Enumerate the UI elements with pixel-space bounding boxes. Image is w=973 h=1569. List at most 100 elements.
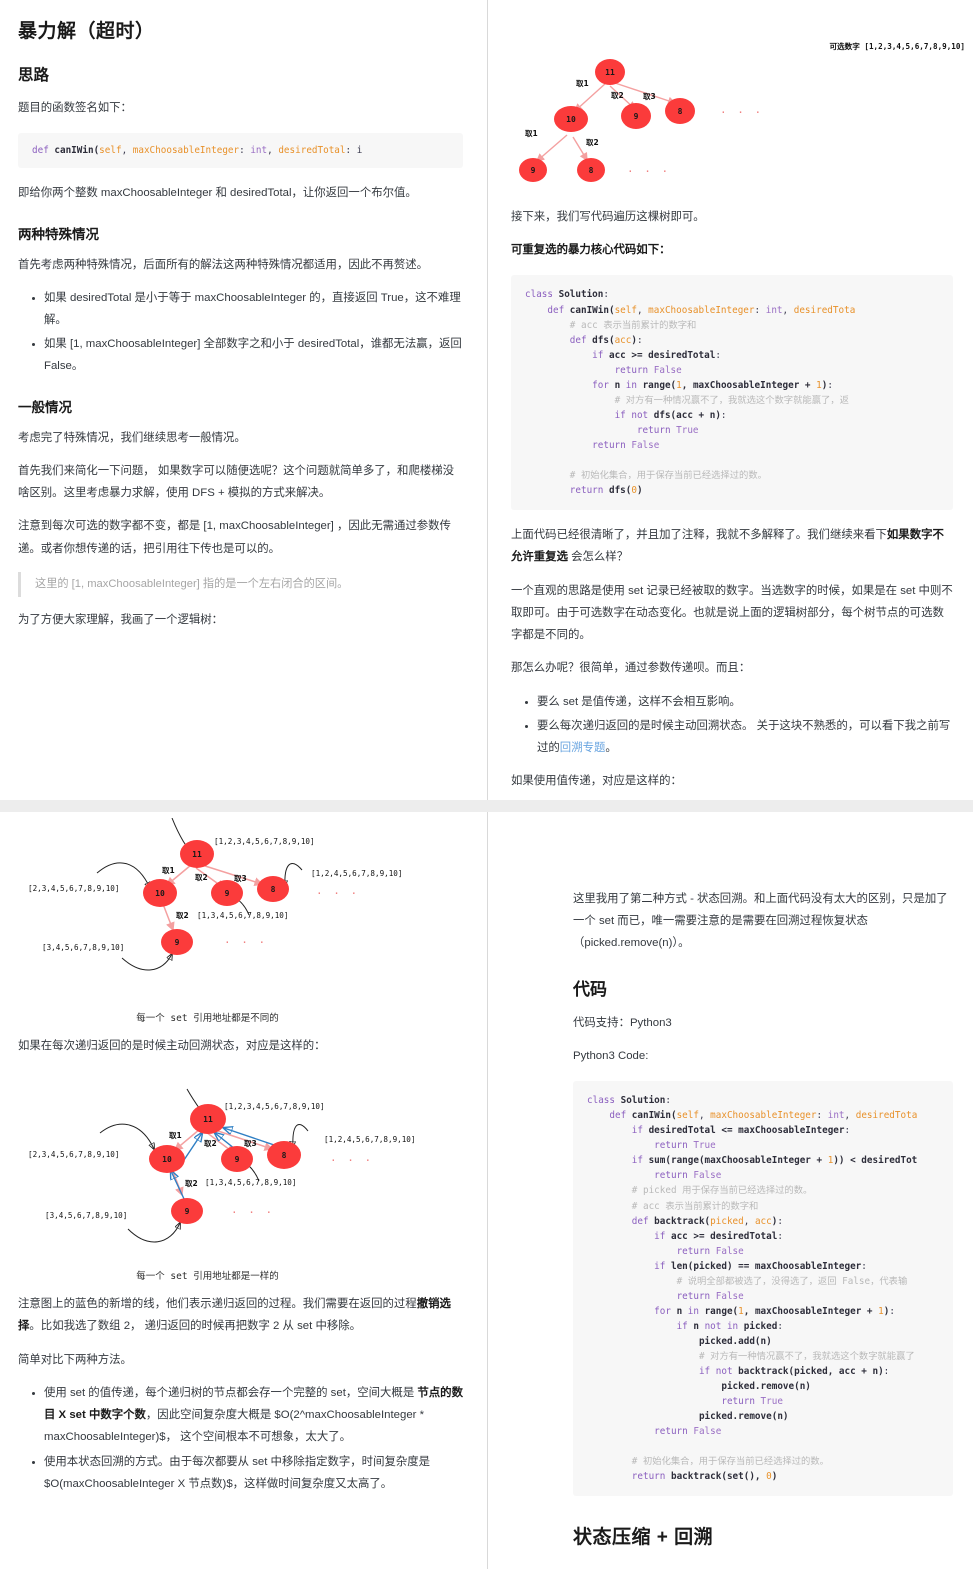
tree-node-mid: 9 xyxy=(225,889,230,898)
text-run: 这里我用了第二种方式 - 状态回溯。和上面代码没有太大的区别，只是加了一个 se… xyxy=(573,893,948,928)
section-heading-state-compression: 状态压缩 + 回溯 xyxy=(573,1527,714,1549)
figure-caption-same-refs: 每一个 set 引用地址都是一样的 xyxy=(136,1271,279,1283)
edge-label-take3: 取3 xyxy=(244,1139,257,1148)
tree-node-left: 10 xyxy=(162,1155,172,1164)
list-item: 要么每次递归返回的是时候主动回溯状态。 关于这块不熟悉的，可以看下我之前写过的回… xyxy=(537,715,953,759)
list-special-cases: 如果 desiredTotal 是小于等于 maxChoosableIntege… xyxy=(18,287,463,378)
figure-ellipsis-1: · · · xyxy=(720,106,763,119)
tree-node-mid: 9 xyxy=(235,1155,240,1164)
edge-label-take2-a: 取2 xyxy=(611,91,624,100)
code-block-signature: def canIWin(self, maxChoosableInteger: i… xyxy=(18,133,463,169)
set-value-pass-svg: 11 10 9 8 9 [1,2,3,4,5,6,7,8,9,10] [2,3,… xyxy=(28,818,402,971)
paragraph-set-idea: 一个直观的思路是使用 set 记录已经被取的数字。当选数字的时候，如果是在 se… xyxy=(511,584,953,642)
link-backtracking-topic[interactable]: 回溯专题 xyxy=(560,742,606,754)
set-label-mid: [1,3,4,5,6,7,8,9,10] xyxy=(197,911,288,920)
set-label-root: [1,2,3,4,5,6,7,8,9,10] xyxy=(224,1102,325,1111)
blockquote-interval-note: 这里的 [1, maxChoosableInteger] 指的是一个左右闭合的区… xyxy=(18,571,463,598)
logic-tree-svg: 可选数字 [1,2,3,4,5,6,7,8,9,10] 11 10 9 8 9 xyxy=(519,41,965,182)
figure-ellipsis-2: · · · xyxy=(224,936,267,949)
paragraph-blue-lines: 注意图上的蓝色的新增的线，他们表示递归返回的过程。我们需要在返回的过程撤销选择。… xyxy=(18,1293,463,1337)
paragraph-logic-tree-intro: 为了方便大家理解，我画了一个逻辑树： xyxy=(18,614,224,627)
paragraph-value-pass: 如果使用值传递，对应是这样的： xyxy=(511,775,682,788)
figure-ellipsis-2: · · · xyxy=(627,165,670,178)
edge-label-take3: 取3 xyxy=(234,874,247,883)
list-two-approaches: 要么 set 是值传递，这样不会相互影响。 要么每次递归返回的是时候主动回溯状态… xyxy=(511,691,953,760)
section-heading-code: 代码 xyxy=(573,979,607,999)
set-label-left: [2,3,4,5,6,7,8,9,10] xyxy=(28,884,119,893)
subheading-general-case: 一般情况 xyxy=(18,399,72,415)
divider-horizontal-band xyxy=(0,800,973,812)
subheading-special-cases: 两种特殊情况 xyxy=(18,226,99,242)
paragraph-param-pass: 那怎么办呢？很简单，通过参数传递呗。而且： xyxy=(511,662,751,675)
tree-node-root: 11 xyxy=(605,68,615,77)
edge-label-take2-b: 取2 xyxy=(586,138,599,147)
paragraph-python3-code-label: Python3 Code: xyxy=(573,1049,649,1062)
paragraph-second-approach: 这里我用了第二种方式 - 状态回溯。和上面代码没有太大的区别，只是加了一个 se… xyxy=(573,888,953,955)
quadrant-bottom-left: 11 10 9 8 9 [1,2,3,4,5,6,7,8,9,10] [2,3,… xyxy=(0,800,487,1569)
set-label-right: [1,2,4,5,6,7,8,9,10] xyxy=(311,869,402,878)
set-label-mid: [1,3,4,5,6,7,8,9,10] xyxy=(205,1178,296,1187)
text-run: 。 xyxy=(605,742,617,754)
edge-label-take1: 取1 xyxy=(169,1131,182,1140)
edge-label-take1-a: 取1 xyxy=(576,79,589,88)
paragraph-no-param-pass: 注意到每次可选的数字都不变，都是 [1, maxChoosableInteger… xyxy=(18,520,451,555)
set-label-right: [1,2,4,5,6,7,8,9,10] xyxy=(324,1135,415,1144)
text-run: 使用 set 的值传递，每个递归树的节点都会存一个完整的 set，空间大概是 xyxy=(44,1386,418,1399)
text-run: 上面代码已经很清晰了，并且加了注释，我就不多解释了。我们继续来看下 xyxy=(511,529,887,542)
tree-node-mid: 9 xyxy=(634,112,639,121)
tree-node-left-left: 9 xyxy=(185,1207,190,1216)
figure-set-value-pass: 11 10 9 8 9 [1,2,3,4,5,6,7,8,9,10] [2,3,… xyxy=(12,818,463,1024)
edge-label-take2: 取2 xyxy=(204,1139,217,1148)
edge-label-take1: 取1 xyxy=(162,866,175,875)
paragraph-bool-return: 即给你两个整数 maxChoosableInteger 和 desiredTot… xyxy=(18,187,417,200)
tree-node-right: 8 xyxy=(282,1151,287,1160)
tree-node-root: 11 xyxy=(192,850,202,859)
figure-ellipsis-2: · · · xyxy=(231,1206,274,1219)
tree-node-root: 11 xyxy=(203,1115,213,1124)
paragraph-compare-intro: 简单对比下两种方法。 xyxy=(18,1353,132,1366)
list-item: 如果 desiredTotal 是小于等于 maxChoosableIntege… xyxy=(44,287,463,331)
emphasis-repeatable-brute: 可重复选的暴力核心代码如下： xyxy=(511,244,671,257)
code-block-dfs-brute-force: class Solution: def canIWin(self, maxCho… xyxy=(511,275,953,511)
quadrant-top-left: 暴力解（超时） 思路 题目的函数签名如下： def canIWin(self, … xyxy=(0,0,487,800)
tree-node-right: 8 xyxy=(678,107,683,116)
set-label-left-left: [3,4,5,6,7,8,9,10] xyxy=(42,943,124,952)
tree-node-left-right: 8 xyxy=(589,166,594,175)
paragraph-traverse-tree: 接下来，我们写代码遍历这棵树即可。 xyxy=(511,211,705,223)
paragraph-special-intro: 首先考虑两种特殊情况，后面所有的解法这两种特殊情况都适用，因此不再赘述。 xyxy=(18,258,429,271)
divider-vertical-bottom xyxy=(487,812,488,1569)
set-label-left: [2,3,4,5,6,7,8,9,10] xyxy=(28,1150,119,1159)
text-run-code: （picked.remove(n)） xyxy=(573,937,679,950)
list-item: 使用本状态回溯的方式。由于每次都要从 set 中移除指定数字，时间复杂度是 $O… xyxy=(44,1451,463,1495)
figure-legend-available-numbers: 可选数字 [1,2,3,4,5,6,7,8,9,10] xyxy=(829,41,965,51)
paragraph-lang-support: 代码支持：Python3 xyxy=(573,1016,672,1029)
set-label-root: [1,2,3,4,5,6,7,8,9,10] xyxy=(214,837,315,846)
paragraph-signature-intro: 题目的函数签名如下： xyxy=(18,102,132,114)
edge-label-take2-b: 取2 xyxy=(185,1179,198,1188)
text-run: 。比如我选了数组 2， 递归返回的时候再把数字 2 从 set 中移除。 xyxy=(29,1320,362,1333)
edge-label-take2: 取2 xyxy=(195,873,208,882)
figure-ellipsis-1: · · · xyxy=(316,887,359,900)
figure-set-backtrack: 11 10 9 8 9 [1,2,3,4,5,6,7,8,9,10] [2,3,… xyxy=(12,1071,463,1282)
text-run: 。 xyxy=(678,937,690,950)
list-item: 使用 set 的值传递，每个递归树的节点都会存一个完整的 set，空间大概是 节… xyxy=(44,1382,463,1449)
paragraph-backtrack-intro: 如果在每次递归返回的是时候主动回溯状态，对应是这样的： xyxy=(18,1040,326,1052)
list-item: 要么 set 是值传递，这样不会相互影响。 xyxy=(537,691,953,713)
text-run: 会怎么样？ xyxy=(567,551,629,564)
list-item: 如果 [1, maxChoosableInteger] 全部数字之和小于 des… xyxy=(44,333,463,377)
text-run: 注意图上的蓝色的新增的线，他们表示递归返回的过程。我们需要在返回的过程 xyxy=(18,1298,417,1311)
paragraph-code-explained: 上面代码已经很清晰了，并且加了注释，我就不多解释了。我们继续来看下如果数字不允许… xyxy=(511,524,953,568)
edge-label-take2-b: 取2 xyxy=(176,911,189,920)
quadrant-top-right: 可选数字 [1,2,3,4,5,6,7,8,9,10] 11 10 9 8 9 xyxy=(487,0,973,800)
section-heading-siro: 思路 xyxy=(18,67,50,84)
figure-ellipsis-1: · · · xyxy=(330,1154,373,1167)
tree-node-left-left: 9 xyxy=(531,166,536,175)
figure-logic-tree-basic: 可选数字 [1,2,3,4,5,6,7,8,9,10] 11 10 9 8 9 xyxy=(487,0,973,195)
tree-node-left: 10 xyxy=(566,115,576,124)
set-label-left-left: [3,4,5,6,7,8,9,10] xyxy=(45,1211,127,1220)
divider-vertical-top xyxy=(487,0,488,800)
page-title: 暴力解（超时） xyxy=(18,21,155,42)
list-complexity-compare: 使用 set 的值传递，每个递归树的节点都会存一个完整的 set，空间大概是 节… xyxy=(18,1382,463,1495)
edge-label-take1-b: 取1 xyxy=(525,129,538,138)
paragraph-general-intro: 考虑完了特殊情况，我们继续思考一般情况。 xyxy=(18,431,246,444)
